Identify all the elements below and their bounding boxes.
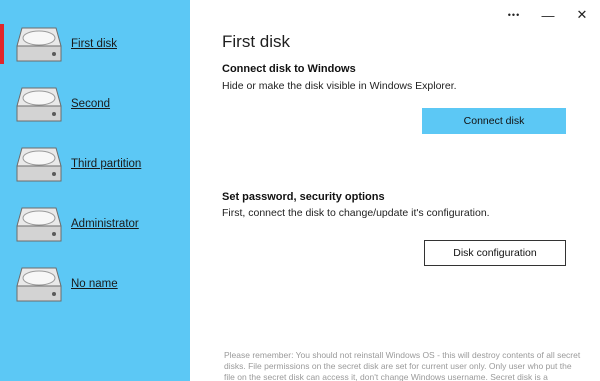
- sidebar-item-second[interactable]: Second: [0, 76, 190, 132]
- sidebar-item-no-name[interactable]: No name: [0, 256, 190, 312]
- sidebar-item-label[interactable]: Third partition: [71, 158, 141, 170]
- connect-disk-button[interactable]: Connect disk: [422, 108, 566, 134]
- sidebar-item-first-disk[interactable]: First disk: [0, 16, 190, 72]
- sidebar-item-label[interactable]: Administrator: [71, 218, 139, 230]
- sidebar-item-label[interactable]: First disk: [71, 38, 117, 50]
- page-title: First disk: [222, 32, 290, 51]
- main-panel: First disk Connect disk to Windows Hide …: [190, 0, 600, 381]
- sidebar-item-label[interactable]: No name: [71, 278, 118, 290]
- sidebar-item-third-partition[interactable]: Third partition: [0, 136, 190, 192]
- footer-note: Please remember: You should not reinstal…: [224, 350, 581, 381]
- active-indicator: [0, 24, 4, 64]
- hard-disk-icon: [16, 207, 62, 242]
- hard-disk-icon: [16, 87, 62, 122]
- sidebar-item-label[interactable]: Second: [71, 98, 110, 110]
- hard-disk-icon: [16, 267, 62, 302]
- hard-disk-icon: [16, 27, 62, 62]
- hard-disk-icon: [16, 147, 62, 182]
- sidebar-item-administrator[interactable]: Administrator: [0, 196, 190, 252]
- sidebar: First disk Second Third partition Admini…: [0, 0, 190, 381]
- connect-section-title: Connect disk to Windows: [222, 63, 356, 75]
- security-section-title: Set password, security options: [222, 191, 385, 203]
- disk-configuration-button[interactable]: Disk configuration: [424, 240, 566, 266]
- connect-section-description: Hide or make the disk visible in Windows…: [222, 80, 457, 92]
- security-section-description: First, connect the disk to change/update…: [222, 207, 490, 219]
